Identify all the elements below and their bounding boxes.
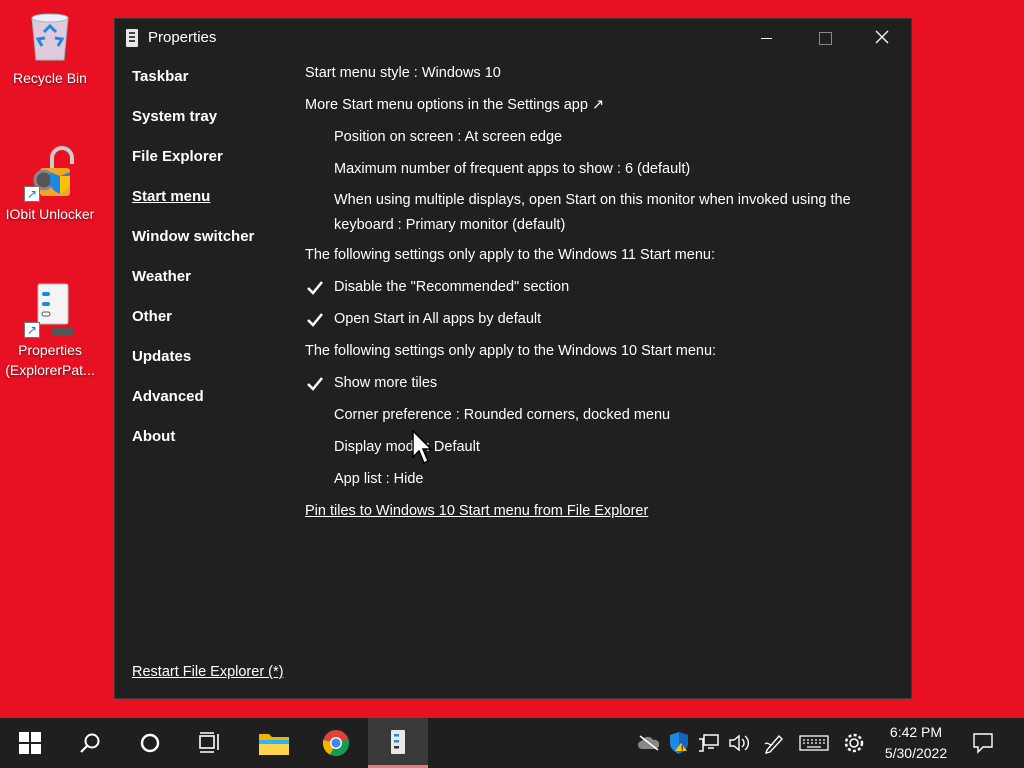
setting-max-frequent-apps[interactable]: Maximum number of frequent apps to show … [305, 159, 875, 191]
properties-app-icon: ↗ [22, 282, 78, 338]
sidebar-nav: Taskbar System tray File Explorer Start … [132, 67, 292, 467]
search-icon [80, 733, 100, 753]
setting-start-menu-style[interactable]: Start menu style : Windows 10 [305, 63, 875, 95]
nav-item-weather[interactable]: Weather [132, 267, 292, 307]
properties-label: Properties (ExplorerPat... [5, 342, 95, 378]
close-button[interactable] [853, 19, 911, 57]
shortcut-arrow-icon: ↗ [24, 322, 40, 338]
security-shield-icon[interactable]: ! [667, 731, 691, 755]
nav-item-updates[interactable]: Updates [132, 347, 292, 387]
windows-logo-icon [19, 732, 41, 754]
setting-corner-preference[interactable]: Corner preference : Rounded corners, doc… [305, 405, 875, 437]
checkbox-disable-recommended[interactable]: Disable the "Recommended" section [305, 277, 875, 309]
properties-taskbar-button[interactable] [368, 718, 428, 768]
nav-item-about[interactable]: About [132, 427, 292, 467]
search-button[interactable] [60, 718, 120, 768]
setting-app-list[interactable]: App list : Hide [305, 469, 875, 501]
action-center-button[interactable] [971, 731, 995, 755]
close-icon [875, 30, 889, 44]
nav-item-taskbar[interactable]: Taskbar [132, 67, 292, 107]
setting-display-mode[interactable]: Display mode : Default [305, 437, 875, 469]
folder-icon [259, 734, 289, 755]
clock-date: 5/30/2022 [884, 745, 948, 761]
chrome-icon [322, 730, 349, 757]
gear-icon[interactable] [842, 731, 866, 755]
win10-section-header: The following settings only apply to the… [305, 343, 717, 359]
nav-item-other[interactable]: Other [132, 307, 292, 347]
shortcut-arrow-icon: ↗ [24, 186, 40, 202]
nav-item-window-switcher[interactable]: Window switcher [132, 227, 292, 267]
iobit-unlocker-icon: ↗ [22, 146, 78, 202]
checkbox-label: Open Start in All apps by default [334, 311, 542, 327]
setting-multi-display[interactable]: When using multiple displays, open Start… [305, 188, 875, 245]
properties-app-icon [126, 29, 138, 47]
start-button[interactable] [0, 718, 60, 768]
nav-item-advanced[interactable]: Advanced [132, 387, 292, 427]
recycle-bin-icon [22, 10, 78, 66]
taskbar: ! 6:42 PM 5/30/2022 [0, 718, 1024, 768]
notification-icon [973, 733, 993, 754]
checkmark-icon [307, 377, 323, 391]
iobit-unlocker-label: IObit Unlocker [5, 206, 95, 222]
chrome-taskbar-button[interactable] [306, 718, 366, 768]
volume-icon[interactable] [727, 731, 751, 755]
nav-item-file-explorer[interactable]: File Explorer [132, 147, 292, 187]
cortana-button[interactable] [120, 718, 180, 768]
desktop-icon-recycle-bin[interactable]: Recycle Bin [0, 10, 100, 88]
link-pin-tiles[interactable]: Pin tiles to Windows 10 Start menu from … [305, 501, 875, 533]
window-title: Properties [148, 29, 217, 46]
pen-icon[interactable] [762, 731, 786, 755]
properties-window: Properties Taskbar System tray File Expl… [114, 18, 912, 699]
checkbox-show-more-tiles[interactable]: Show more tiles [305, 373, 875, 405]
cortana-icon [140, 733, 160, 753]
title-bar[interactable]: Properties [115, 19, 911, 57]
file-explorer-taskbar-button[interactable] [244, 718, 304, 768]
desktop-icon-properties[interactable]: ↗ Properties (ExplorerPat... [0, 282, 100, 380]
restart-explorer-link[interactable]: Restart File Explorer (*) [132, 664, 283, 680]
task-view-icon [199, 732, 219, 753]
mouse-cursor-icon [412, 430, 433, 465]
checkbox-label: Show more tiles [334, 375, 438, 391]
minimize-button[interactable] [737, 19, 795, 57]
clock-time: 6:42 PM [889, 724, 943, 740]
taskbar-clock[interactable]: 6:42 PM 5/30/2022 [868, 722, 964, 764]
desktop-icon-iobit-unlocker[interactable]: ↗ IObit Unlocker [0, 146, 100, 224]
win11-section-header: The following settings only apply to the… [305, 247, 715, 263]
task-view-button[interactable] [180, 718, 240, 768]
setting-position-on-screen[interactable]: Position on screen : At screen edge [305, 127, 875, 159]
nav-item-system-tray[interactable]: System tray [132, 107, 292, 147]
network-icon[interactable] [697, 731, 721, 755]
recycle-bin-label: Recycle Bin [13, 70, 87, 86]
settings-panel: Start menu style : Windows 10 More Start… [305, 63, 875, 533]
properties-app-icon [391, 729, 405, 754]
checkmark-icon [307, 313, 323, 327]
onedrive-icon[interactable] [637, 731, 661, 755]
checkbox-label: Disable the "Recommended" section [334, 279, 570, 295]
maximize-button[interactable] [795, 19, 853, 57]
checkmark-icon [307, 281, 323, 295]
link-more-start-options[interactable]: More Start menu options in the Settings … [305, 95, 875, 127]
touch-keyboard-icon[interactable] [798, 731, 830, 755]
nav-item-start-menu[interactable]: Start menu [132, 187, 292, 227]
svg-text:!: ! [681, 746, 683, 753]
checkbox-open-all-apps[interactable]: Open Start in All apps by default [305, 309, 875, 341]
